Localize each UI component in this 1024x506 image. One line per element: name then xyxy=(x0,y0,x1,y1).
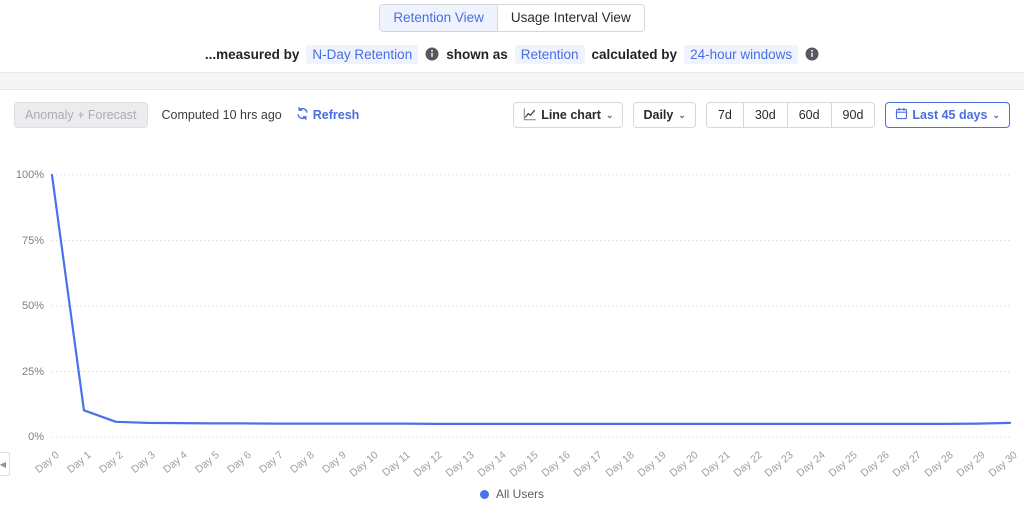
retention-chart[interactable]: 100%75%50%25%0% Day 0Day 1Day 2Day 3Day … xyxy=(0,140,1024,500)
info-icon-calculated-by[interactable] xyxy=(805,47,819,61)
y-axis-tick-label: 0% xyxy=(0,431,44,443)
chevron-down-icon-granularity: ⌄ xyxy=(678,110,686,121)
anomaly-forecast-button[interactable]: Anomaly + Forecast xyxy=(14,102,148,128)
metric-selector[interactable]: N-Day Retention xyxy=(306,45,418,64)
legend-color-swatch xyxy=(480,490,489,499)
y-axis-tick-label: 100% xyxy=(0,169,44,181)
toolbar-right-group: Line chart ⌄ Daily ⌄ 7d 30d 60d 90d Last… xyxy=(513,102,1010,128)
calendar-icon xyxy=(895,107,908,123)
computed-timestamp: Computed 10 hrs ago xyxy=(162,108,282,122)
range-7d[interactable]: 7d xyxy=(707,103,743,127)
range-30d[interactable]: 30d xyxy=(743,103,787,127)
shown-as-selector[interactable]: Retention xyxy=(515,45,585,64)
measured-by-label: ...measured by xyxy=(205,47,300,62)
sidebar-collapse-handle[interactable]: ◀ xyxy=(0,452,10,476)
chart-legend: All Users xyxy=(0,487,1024,501)
chart-type-label: Line chart xyxy=(541,108,601,122)
date-range-label: Last 45 days xyxy=(912,108,987,122)
chevron-down-icon-chart-type: ⌄ xyxy=(606,110,614,121)
granularity-selector[interactable]: Daily ⌄ xyxy=(633,102,695,128)
y-axis-tick-label: 75% xyxy=(0,235,44,247)
chevron-left-icon: ◀ xyxy=(0,460,6,469)
range-60d[interactable]: 60d xyxy=(787,103,831,127)
refresh-button[interactable]: Refresh xyxy=(296,107,360,123)
measure-config-row: ...measured by N-Day Retention shown as … xyxy=(0,36,1024,72)
calculated-by-label: calculated by xyxy=(592,47,678,62)
tab-usage-interval-view[interactable]: Usage Interval View xyxy=(497,5,644,31)
quick-range-group: 7d 30d 60d 90d xyxy=(706,102,875,128)
shown-as-label: shown as xyxy=(446,47,508,62)
info-icon-metric[interactable] xyxy=(425,47,439,61)
calculated-by-selector[interactable]: 24-hour windows xyxy=(684,45,798,64)
chart-type-selector[interactable]: Line chart ⌄ xyxy=(513,102,623,128)
legend-label-all-users: All Users xyxy=(496,487,544,501)
refresh-label: Refresh xyxy=(313,108,360,122)
view-toggle-bar: Retention View Usage Interval View xyxy=(0,0,1024,36)
range-90d[interactable]: 90d xyxy=(831,103,875,127)
line-chart-icon xyxy=(523,107,537,124)
section-divider xyxy=(0,72,1024,90)
tab-retention-view[interactable]: Retention View xyxy=(380,5,497,31)
chart-toolbar: Anomaly + Forecast Computed 10 hrs ago R… xyxy=(0,90,1024,140)
y-axis-tick-label: 50% xyxy=(0,300,44,312)
refresh-icon xyxy=(296,107,309,123)
y-axis-tick-label: 25% xyxy=(0,366,44,378)
chevron-down-icon-date-range: ⌄ xyxy=(992,110,1000,121)
granularity-label: Daily xyxy=(643,108,673,122)
date-range-selector[interactable]: Last 45 days ⌄ xyxy=(885,102,1010,128)
toolbar-left-group: Anomaly + Forecast Computed 10 hrs ago R… xyxy=(14,102,359,128)
chart-canvas xyxy=(0,140,1024,500)
view-toggle-group: Retention View Usage Interval View xyxy=(379,4,644,32)
